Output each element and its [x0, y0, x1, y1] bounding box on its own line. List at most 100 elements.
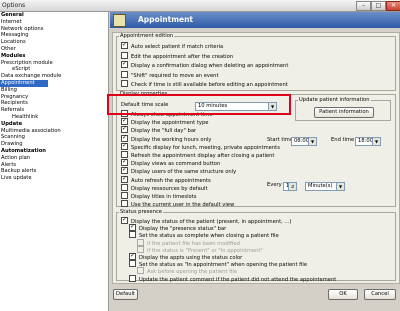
tree-item-network-options[interactable]: Network options	[0, 26, 108, 33]
checkbox[interactable]	[121, 151, 128, 158]
tree-item-scanning[interactable]: Scanning	[0, 134, 108, 141]
tree-item-recipients[interactable]: Recipients	[0, 100, 108, 107]
checkbox[interactable]	[121, 118, 128, 126]
tree-item-modules[interactable]: Modules	[0, 53, 108, 60]
tree-item-messaging[interactable]: Messaging	[0, 32, 108, 39]
option-row[interactable]: Specific display for lunch, meeting, pri…	[121, 142, 280, 151]
option-row[interactable]: Set the status as "In appointment" when …	[129, 260, 308, 269]
checkbox[interactable]	[121, 192, 128, 199]
window-title: Options	[2, 2, 26, 9]
option-row[interactable]: Update the patient comment if the patien…	[129, 274, 336, 283]
checkbox[interactable]	[121, 42, 128, 49]
every-spinner[interactable]: 1 ⇵	[283, 182, 297, 191]
default-button[interactable]: Default	[113, 289, 138, 300]
option-row[interactable]: Edit the appointment after the creation	[121, 51, 234, 60]
chevron-down-icon[interactable]: ▼	[372, 138, 380, 145]
option-label: Edit the appointment after the creation	[131, 53, 234, 60]
tree-item-prescription-module[interactable]: Prescription module	[0, 60, 108, 67]
checkbox[interactable]	[137, 245, 144, 253]
settings-panel: Appointment edition Auto select patient …	[112, 32, 400, 284]
chevron-down-icon[interactable]: ▼	[308, 138, 316, 145]
checkbox[interactable]	[121, 167, 128, 175]
tree-item-data-exchange-module[interactable]: Data exchange module	[0, 73, 108, 80]
checkbox[interactable]	[129, 274, 136, 282]
option-row[interactable]: Display the appointment type	[121, 118, 208, 126]
checkbox[interactable]	[121, 80, 128, 87]
tree-item-billing[interactable]: Billing	[0, 87, 108, 94]
option-row[interactable]: Display the status of the patient (prese…	[121, 217, 291, 225]
checkbox[interactable]	[121, 142, 128, 150]
tree-item-drawing[interactable]: Drawing	[0, 141, 108, 148]
option-label: Display the appts using the status color	[139, 255, 243, 261]
option-label: Refresh the appointment display after cl…	[131, 153, 275, 159]
tree-item-healthlink[interactable]: Healthlink	[0, 114, 108, 121]
checkbox[interactable]	[129, 260, 136, 268]
tree-item-update[interactable]: Update	[0, 121, 108, 128]
option-row[interactable]: Auto refresh the appointments	[121, 175, 211, 184]
option-row[interactable]: Display titles in timeslots	[121, 192, 196, 200]
tree-item-other[interactable]: Other	[0, 46, 108, 53]
checkbox[interactable]	[121, 217, 128, 224]
option-row[interactable]: Display views as command button	[121, 159, 220, 167]
option-row[interactable]: if the patient file has been modified	[137, 238, 240, 247]
tree-item-live-update[interactable]: Live update	[0, 175, 108, 182]
option-row[interactable]: Refresh the appointment display after cl…	[121, 151, 275, 159]
option-label: Set the status as "In appointment" when …	[139, 262, 308, 269]
tree-item-escript[interactable]: eScript	[0, 66, 108, 73]
checkbox[interactable]	[129, 253, 136, 260]
checkbox[interactable]	[121, 200, 128, 208]
option-row[interactable]: Display the "presence status" bar	[129, 224, 226, 232]
tree-item-locations[interactable]: Locations	[0, 39, 108, 46]
every-unit-select[interactable]: Minute(s) ▼	[305, 182, 345, 191]
start-time-input[interactable]: 08:00 ▼	[291, 137, 317, 146]
tree-item-appointment[interactable]: Appointment	[0, 79, 48, 87]
tree-item-pregnancy[interactable]: Pregnancy	[0, 94, 108, 101]
checkbox[interactable]	[137, 238, 144, 246]
cancel-button[interactable]: Cancel	[364, 289, 396, 300]
checkbox[interactable]	[129, 224, 136, 232]
option-row[interactable]: "Shift" required to move an event	[121, 70, 218, 79]
checkbox[interactable]	[121, 51, 128, 59]
options-tree[interactable]: General Internet Network options Messaging L…	[0, 12, 109, 311]
option-row[interactable]: Display the working hours only	[121, 134, 211, 143]
checkbox[interactable]	[121, 183, 128, 191]
tree-item-multimedia-association[interactable]: Multimedia association	[0, 128, 108, 135]
tree-item-automatization[interactable]: Automatization	[0, 148, 108, 155]
tree-item-action-plan[interactable]: Action plan	[0, 155, 108, 162]
ok-button[interactable]: OK	[328, 289, 358, 300]
option-row[interactable]: Use the current user in the default view	[121, 200, 234, 208]
option-row[interactable]: Display ressources by default	[121, 183, 208, 192]
chevron-down-icon[interactable]: ▼	[336, 183, 344, 190]
maximize-button[interactable]: □	[371, 1, 386, 11]
end-time-input[interactable]: 18:00 ▼	[355, 137, 381, 146]
option-label: Display the "full day" bar	[131, 128, 197, 135]
tree-item-referrals[interactable]: Referrals	[0, 107, 108, 114]
checkbox[interactable]	[121, 175, 128, 183]
option-row[interactable]: Display the appts using the status color	[129, 253, 243, 261]
patient-information-button[interactable]: Patient information	[314, 107, 374, 118]
option-row[interactable]: Display a confirmation dialog when delet…	[121, 61, 288, 69]
option-row[interactable]: if the status is "Present" or "In appoin…	[137, 245, 263, 254]
option-row[interactable]: Check if time is still available before …	[121, 80, 288, 88]
minimize-button[interactable]: –	[356, 1, 371, 11]
checkbox[interactable]	[121, 61, 128, 68]
checkbox[interactable]	[121, 134, 128, 142]
checkbox[interactable]	[121, 70, 128, 78]
tree-item-backup-alerts[interactable]: Backup alerts	[0, 168, 108, 175]
checkbox[interactable]	[121, 159, 128, 167]
option-row[interactable]: Ask before opening the patient file	[137, 267, 237, 275]
option-row[interactable]: Display users of the same structure only	[121, 167, 236, 175]
checkbox[interactable]	[137, 267, 144, 275]
option-row[interactable]: Display the "full day" bar	[121, 126, 197, 135]
checkbox[interactable]	[121, 126, 128, 134]
tree-item-general[interactable]: General	[0, 12, 108, 19]
option-label: Auto refresh the appointments	[131, 177, 211, 184]
close-button[interactable]: ✕	[386, 1, 400, 11]
tree-item-alerts[interactable]: Alerts	[0, 162, 108, 169]
option-row[interactable]: Auto select patient if match criteria	[121, 42, 223, 50]
option-row[interactable]: Set the status as complete when closing …	[129, 231, 279, 239]
spinner-arrows-icon[interactable]: ⇵	[288, 183, 296, 190]
checkbox[interactable]	[129, 231, 136, 239]
option-label: if the patient file has been modified	[147, 240, 240, 247]
tree-item-internet[interactable]: Internet	[0, 19, 108, 26]
